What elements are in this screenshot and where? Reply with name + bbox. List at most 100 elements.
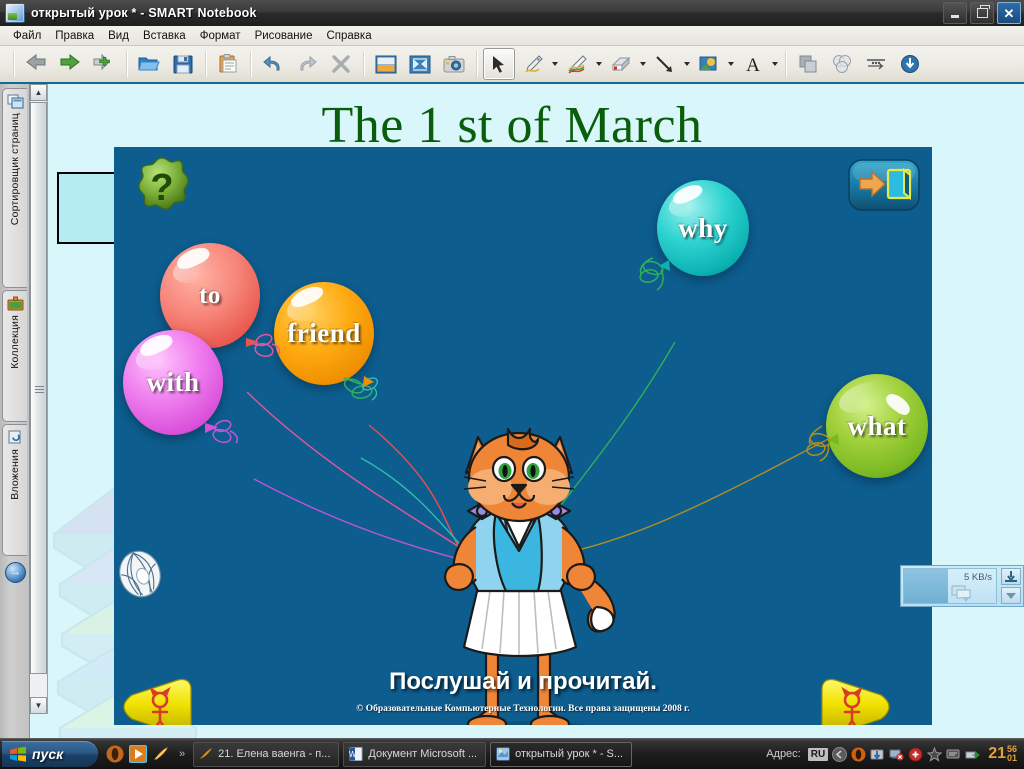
screen-shade-button[interactable] [370,48,402,80]
clock-second: 01 [1006,753,1017,763]
start-label: пуск [32,746,64,762]
add-page-button[interactable] [88,48,120,80]
sidebar-tab-attachments[interactable]: Вложения [2,424,27,556]
download-tray-button[interactable] [1001,568,1021,585]
fullscreen-button[interactable] [404,48,436,80]
scroll-down-button[interactable]: ▼ [30,697,47,714]
text-dropdown-caret[interactable] [770,49,780,79]
tray-network-error-icon[interactable] [889,747,904,762]
sidebar-tab-gallery[interactable]: Коллекция [2,290,27,422]
shell-icon[interactable] [116,549,164,599]
taskbar-clock[interactable]: 21 56 01 [988,745,1017,763]
creative-pen-tool[interactable] [561,48,593,80]
shape-fill-dropdown-caret[interactable] [726,49,736,79]
balloon-why[interactable]: why [639,180,749,291]
vertical-scrollbar[interactable]: ▲ ▼ [30,84,48,714]
restore-button[interactable] [970,2,994,24]
balloon-knot-icon [343,376,379,401]
balloon-with[interactable]: with [123,330,239,444]
tray-opera-icon[interactable] [851,747,866,762]
toolbar-separator [126,51,127,77]
language-indicator[interactable]: RU [807,747,829,761]
menu-help[interactable]: Справка [319,28,378,44]
quicklaunch-opera-icon[interactable] [106,745,124,763]
pen-dropdown-caret[interactable] [550,49,560,79]
toolbar-separator [785,51,786,77]
taskbutton-word-label: Документ Microsoft ... [368,748,478,760]
tray-monitor-icon[interactable] [946,747,961,762]
sidebar-tab-attachments-label: Вложения [9,449,21,500]
toolbar-group-tools: A [482,48,780,80]
line-tool[interactable] [649,48,681,80]
slide-caption: Послушай и прочитай. [389,668,657,695]
balloon-friend-label: friend [287,318,361,348]
toolbar-group-navigation [19,48,121,80]
quick-launch-bar: » [106,745,185,763]
download-panel: 5 KB/s [903,568,997,604]
scrollbar-thumb[interactable] [30,102,47,674]
save-button[interactable] [167,48,199,80]
menu-edit[interactable]: Правка [48,28,101,44]
toolbar-down-button[interactable] [894,48,926,80]
redo-button[interactable] [291,48,323,80]
system-tray: Адрес: RU 21 56 01 [766,739,1024,769]
next-page-button[interactable] [54,48,86,80]
tray-back-icon[interactable] [832,746,848,762]
task-buttons: 21. Елена ваенга - п... W Документ Micro… [193,741,633,767]
download-speed-widget[interactable]: 5 KB/s [900,565,1024,607]
balloon-what-label: what [847,410,907,441]
undo-button[interactable] [257,48,289,80]
toolbar-group-file [132,48,200,80]
menu-format[interactable]: Формат [193,28,248,44]
shape-fill-tool[interactable] [693,48,725,80]
open-button[interactable] [133,48,165,80]
line-dropdown-caret[interactable] [682,49,692,79]
pen-tool[interactable] [517,48,549,80]
taskbutton-smart-notebook[interactable]: открытый урок * - S... [490,741,633,767]
capture-button[interactable] [438,48,470,80]
balloon-with-label: with [146,367,200,397]
svg-text:W: W [349,750,357,759]
eraser-dropdown-caret[interactable] [638,49,648,79]
arrange-button[interactable] [792,48,824,80]
sidebar-strip: Сортировщик страниц Коллекция Вложения → [0,84,30,738]
previous-page-button[interactable] [20,48,52,80]
quicklaunch-more-chevron[interactable]: » [179,748,185,760]
start-button[interactable]: пуск [2,741,98,767]
toolbar-separator [363,51,364,77]
delete-button[interactable] [325,48,357,80]
eraser-tool[interactable] [605,48,637,80]
text-tool[interactable]: A [737,48,769,80]
tray-star-icon[interactable] [927,746,943,762]
taskbutton-word[interactable]: W Документ Microsoft ... [343,741,487,767]
download-speed-label: 5 KB/s [964,572,992,583]
clock-hour: 21 [988,745,1006,762]
menu-draw[interactable]: Рисование [248,28,320,44]
tray-update-icon[interactable] [870,747,885,762]
close-button[interactable]: ✕ [997,2,1021,24]
quicklaunch-comet-icon[interactable] [152,745,170,763]
taskbutton-winamp[interactable]: 21. Елена ваенга - п... [193,741,340,767]
triangle-down-icon [1006,593,1016,599]
slide-canvas[interactable]: ? to friend with why what Послушай и про… [114,147,932,725]
move-toolbar-button[interactable] [860,48,892,80]
transparency-button[interactable] [826,48,858,80]
balloon-friend[interactable]: friend [274,282,379,401]
balloon-what[interactable]: what [806,374,928,478]
taskbutton-smart-notebook-label: открытый урок * - S... [515,748,624,760]
application-window: открытый урок * - SMART Notebook ✕ Файл … [0,0,1024,769]
download-expand-button[interactable] [1001,587,1021,604]
minimize-button[interactable] [943,2,967,24]
creative-pen-dropdown-caret[interactable] [594,49,604,79]
menu-file[interactable]: Файл [6,28,48,44]
quicklaunch-media-icon[interactable] [129,745,147,763]
smart-notebook-icon [496,747,511,761]
sidebar-collapse-arrow-icon[interactable]: → [5,562,26,583]
tray-eject-icon[interactable] [965,747,981,762]
menu-insert[interactable]: Вставка [136,28,193,44]
select-tool[interactable] [483,48,515,80]
tray-antivirus-icon[interactable] [908,747,923,762]
paste-button[interactable] [212,48,244,80]
menu-view[interactable]: Вид [101,28,136,44]
gallery-chest-icon [7,296,23,311]
